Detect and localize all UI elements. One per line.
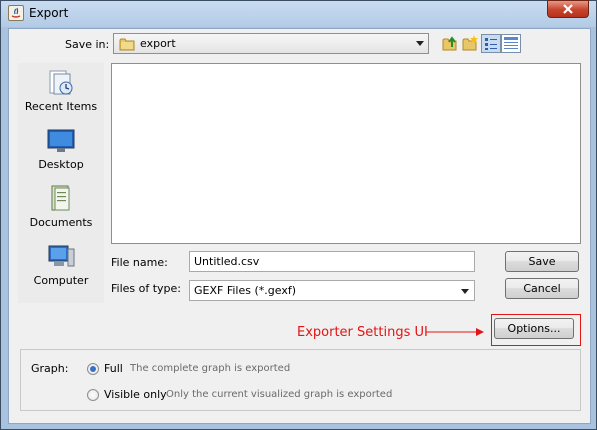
files-of-type-combo[interactable]: GEXF Files (*.gexf) bbox=[189, 280, 475, 301]
radio-visible-only[interactable] bbox=[87, 389, 99, 401]
chevron-down-icon bbox=[416, 41, 424, 46]
annotation-label: Exporter Settings UI bbox=[297, 325, 428, 340]
close-icon bbox=[563, 4, 573, 14]
place-label: Desktop bbox=[38, 158, 84, 171]
java-app-icon bbox=[8, 5, 24, 21]
place-label: Computer bbox=[33, 274, 89, 287]
options-button[interactable]: Options... bbox=[494, 318, 574, 339]
new-folder-icon[interactable] bbox=[461, 34, 479, 52]
annotation-arrow-icon bbox=[426, 328, 484, 336]
close-button[interactable] bbox=[547, 0, 589, 18]
file-name-input[interactable]: Untitled.csv bbox=[189, 251, 475, 272]
place-documents[interactable]: Documents bbox=[18, 181, 104, 237]
option-full-description: The complete graph is exported bbox=[130, 363, 291, 374]
radio-full[interactable] bbox=[87, 363, 99, 375]
up-folder-icon[interactable] bbox=[441, 34, 459, 52]
title-bar[interactable]: Export bbox=[1, 0, 596, 27]
recent-items-icon bbox=[49, 70, 73, 95]
places-bar: Recent Items Desktop Documents Computer bbox=[18, 63, 104, 303]
file-name-label: File name: bbox=[111, 256, 168, 269]
folder-icon bbox=[119, 38, 135, 51]
dialog-body: Save in: export Recent Items Desktop Doc… bbox=[8, 28, 591, 424]
list-view-button[interactable] bbox=[481, 34, 501, 53]
window-title: Export bbox=[29, 6, 69, 20]
save-in-label: Save in: bbox=[65, 38, 110, 51]
details-view-icon bbox=[504, 37, 518, 49]
export-dialog: Export Save in: export Recent Items Desk… bbox=[0, 0, 597, 430]
file-name-value: Untitled.csv bbox=[194, 255, 260, 268]
option-visible-only-label[interactable]: Visible only bbox=[104, 388, 167, 401]
place-label: Documents bbox=[29, 216, 93, 229]
files-of-type-label: Files of type: bbox=[111, 282, 182, 295]
graph-settings-panel: Graph: Full The complete graph is export… bbox=[20, 349, 581, 411]
option-full-label[interactable]: Full bbox=[104, 362, 123, 375]
files-of-type-value: GEXF Files (*.gexf) bbox=[194, 284, 296, 297]
save-in-value: export bbox=[140, 37, 176, 50]
option-visible-only-description: Only the current visualized graph is exp… bbox=[166, 389, 393, 400]
list-view-icon bbox=[485, 38, 497, 50]
details-view-button[interactable] bbox=[501, 34, 521, 53]
computer-icon bbox=[48, 245, 75, 267]
save-button[interactable]: Save bbox=[505, 251, 579, 272]
chevron-down-icon bbox=[461, 289, 469, 294]
place-label: Recent Items bbox=[24, 100, 98, 113]
save-in-combo[interactable]: export bbox=[113, 33, 429, 54]
place-recent-items[interactable]: Recent Items bbox=[18, 65, 104, 121]
place-desktop[interactable]: Desktop bbox=[18, 123, 104, 179]
cancel-button[interactable]: Cancel bbox=[505, 278, 579, 299]
desktop-icon bbox=[47, 129, 75, 152]
graph-label: Graph: bbox=[31, 362, 69, 375]
radio-selected-dot bbox=[90, 366, 96, 372]
documents-icon bbox=[51, 185, 70, 211]
file-list[interactable] bbox=[111, 63, 581, 244]
place-computer[interactable]: Computer bbox=[18, 239, 104, 295]
